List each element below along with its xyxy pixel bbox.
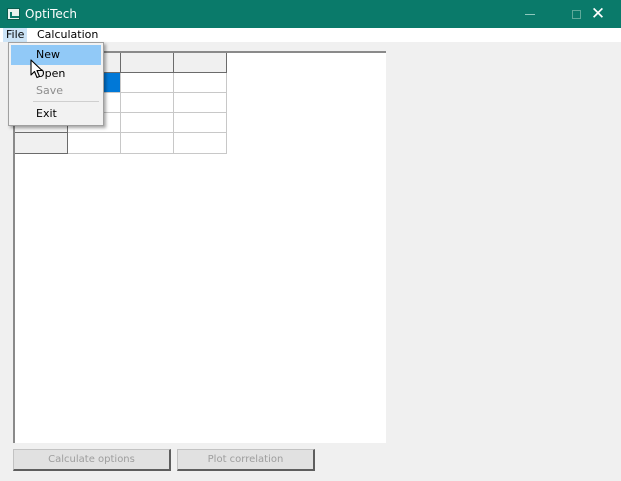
grid-cell[interactable] <box>121 133 174 154</box>
grid-cell[interactable] <box>174 133 227 154</box>
menu-item-save: Save <box>36 84 64 97</box>
grid-cell[interactable] <box>174 113 227 133</box>
calculate-options-button[interactable]: Calculate options <box>13 449 171 471</box>
minimize-icon <box>525 13 535 15</box>
grid-cell[interactable] <box>121 93 174 113</box>
row-header[interactable] <box>15 133 68 154</box>
menu-item-exit[interactable]: Exit <box>11 104 101 124</box>
title-bar[interactable]: OptiTech ✕ <box>0 0 621 28</box>
file-dropdown-menu: New Open Save Exit <box>8 42 104 126</box>
grid-cell[interactable] <box>68 133 121 154</box>
mouse-pointer-icon <box>30 59 43 79</box>
app-icon <box>7 8 20 20</box>
column-header[interactable] <box>121 53 174 73</box>
grid-cell[interactable] <box>174 73 227 93</box>
menu-separator <box>33 101 99 102</box>
grid-cell[interactable] <box>174 93 227 113</box>
menu-bar: File Calculation <box>0 28 621 42</box>
grid-cell[interactable] <box>121 113 174 133</box>
close-button[interactable]: ✕ <box>575 0 621 28</box>
menu-item-new[interactable]: New <box>11 45 101 65</box>
grid-cell[interactable] <box>121 73 174 93</box>
plot-correlation-button[interactable]: Plot correlation <box>177 449 315 471</box>
minimize-button[interactable] <box>507 0 553 28</box>
column-header[interactable] <box>174 53 227 73</box>
close-icon: ✕ <box>590 3 606 24</box>
menu-calculation[interactable]: Calculation <box>34 28 101 42</box>
menu-file[interactable]: File <box>3 28 28 42</box>
window-title: OptiTech <box>25 7 77 21</box>
